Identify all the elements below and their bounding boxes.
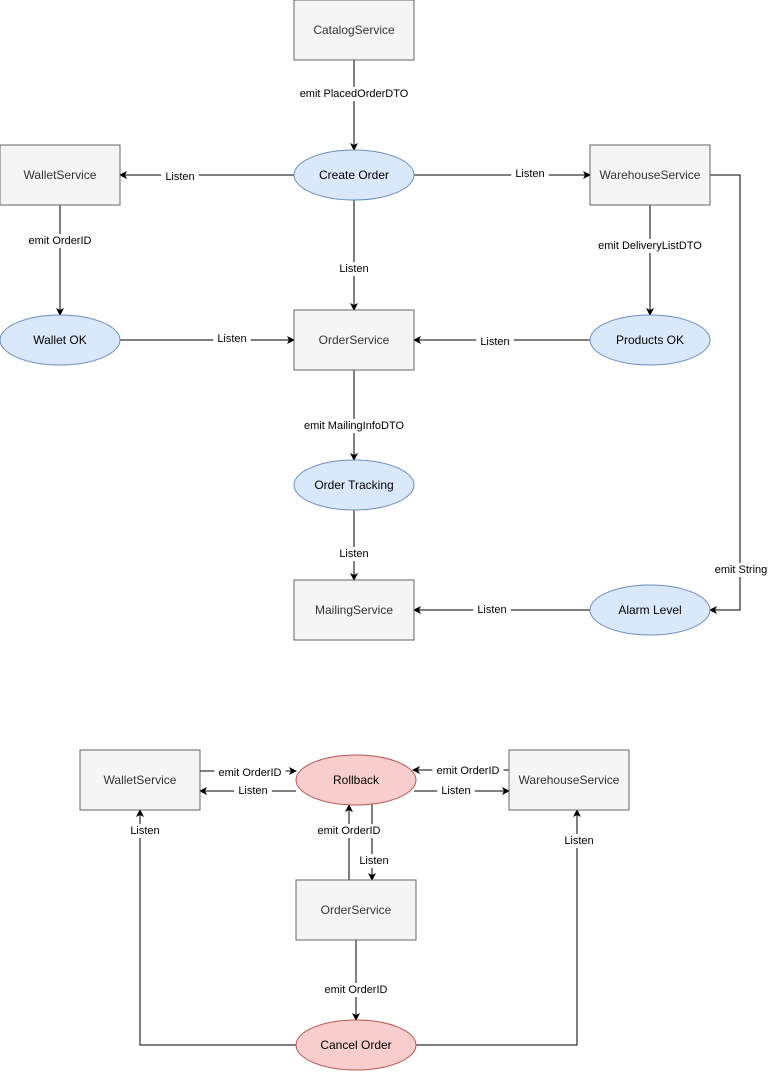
edge-label-text: Listen [339,263,368,275]
edge-label: emit OrderID [432,764,504,778]
edge-label-text: emit String [715,564,768,576]
node-wallet2[interactable]: WalletService [79,749,201,811]
node-label: Cancel Order [320,1038,391,1052]
edge-label-text: Listen [480,336,509,348]
node-label: OrderService [319,333,390,347]
node-order[interactable]: OrderService [293,309,415,371]
edge-label: Listen [476,335,514,349]
edge-label: Listen [560,834,598,848]
edge-label-text: Listen [477,604,506,616]
node-products-ok[interactable]: Products OK [589,314,711,366]
edge-label-text: emit PlacedOrderDTO [300,88,409,100]
saga-flow-diagram: CatalogService Create Order WalletService W… [0,0,768,1071]
edge-label: Listen [511,167,549,181]
edge-label-text: emit OrderID [325,984,388,996]
edge-e20-arrow [136,809,296,1046]
edge-label-text: emit DeliveryListDTO [598,240,702,252]
edge-label: emit OrderID [320,983,392,997]
edge-label-text: Listen [441,785,470,797]
edge-label-text: Listen [515,168,544,180]
node-rollback[interactable]: Rollback [295,754,417,806]
node-label: Products OK [616,333,684,347]
edge-label: Listen [473,603,511,617]
nodes: CatalogService Create Order WalletService W… [0,0,711,1071]
edge-label-text: Listen [564,835,593,847]
node-label: CatalogService [313,23,395,37]
edge-label: emit OrderID [214,766,286,780]
node-label: MailingService [315,603,393,617]
edge-label-text: Listen [238,785,267,797]
edge-label-text: Listen [217,333,246,345]
edge-labels: emit PlacedOrderDTO Listen Listen Listen emi… [24,87,768,997]
node-cancel-order[interactable]: Cancel Order [295,1019,417,1071]
node-label: Alarm Level [618,603,681,617]
node-label: WarehouseService [519,773,620,787]
node-order-tracking[interactable]: Order Tracking [293,459,415,511]
edge-label-text: Listen [359,855,388,867]
edge-label-text: Listen [130,825,159,837]
edge-label: emit OrderID [24,234,96,248]
node-label: Rollback [333,773,380,787]
edge-label-text: emit MailingInfoDTO [304,420,404,432]
node-label: WarehouseService [600,168,701,182]
edge-e11-arrow [709,174,741,614]
edge-e21-arrow [416,809,581,1046]
node-order2[interactable]: OrderService [295,879,417,941]
edge-label-text: Listen [339,548,368,560]
edge-label: emit PlacedOrderDTO [298,87,410,101]
node-label: OrderService [321,903,392,917]
node-warehouse[interactable]: WarehouseService [589,144,711,206]
node-create-order[interactable]: Create Order [293,149,415,201]
node-label: WalletService [24,168,97,182]
edge-label: Listen [335,547,373,561]
edge-label: Listen [355,854,393,868]
node-catalog[interactable]: CatalogService [293,0,415,61]
edge-label-text: emit OrderID [437,765,500,777]
node-wallet-ok[interactable]: Wallet OK [0,314,121,366]
node-alarm-level[interactable]: Alarm Level [589,584,711,636]
node-label: WalletService [104,773,177,787]
edge-label-text: Listen [165,171,194,183]
node-label: Create Order [319,168,389,182]
edge-label: Listen [213,332,251,346]
edge-label: emit OrderID [313,824,385,838]
edge-label: emit String [708,563,768,577]
edge-label-text: emit OrderID [318,825,381,837]
edge-label: Listen [126,824,164,838]
edge-label: Listen [437,784,475,798]
edge-label: Listen [234,784,272,798]
edge-label: emit MailingInfoDTO [298,419,410,433]
edge-label: Listen [335,262,373,276]
edge-label: Listen [161,170,199,184]
node-label: Wallet OK [33,333,87,347]
edge-label-text: emit OrderID [219,767,282,779]
edge-label-text: emit OrderID [29,235,92,247]
node-warehouse2[interactable]: WarehouseService [508,749,630,811]
node-wallet[interactable]: WalletService [0,144,121,206]
node-label: Order Tracking [314,478,393,492]
node-mailing[interactable]: MailingService [293,579,415,641]
edge-label: emit DeliveryListDTO [592,239,708,253]
